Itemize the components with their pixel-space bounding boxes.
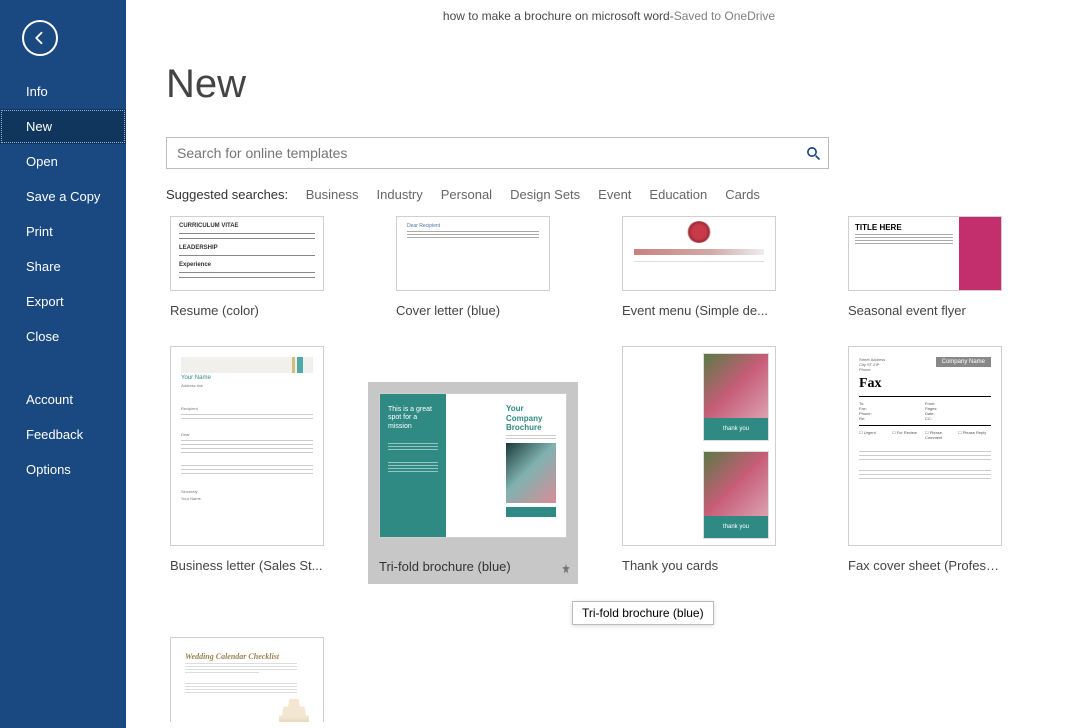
template-caption: Thank you cards xyxy=(622,558,776,573)
suggested-label: Suggested searches: xyxy=(166,187,288,202)
sidebar-item-feedback[interactable]: Feedback xyxy=(0,417,126,452)
sidebar-item-open[interactable]: Open xyxy=(0,144,126,179)
save-status: Saved to OneDrive xyxy=(674,9,775,23)
template-caption: Resume (color) xyxy=(170,303,324,318)
template-resume-color[interactable]: CURRICULUM VITAE LEADERSHIP Experience R… xyxy=(134,216,360,346)
template-caption: Event menu (Simple de... xyxy=(622,303,776,318)
template-caption: Cover letter (blue) xyxy=(396,303,550,318)
suggested-cards[interactable]: Cards xyxy=(725,187,760,202)
sidebar-item-share[interactable]: Share xyxy=(0,249,126,284)
document-title: how to make a brochure on microsoft word xyxy=(443,9,670,23)
template-gallery: CURRICULUM VITAE LEADERSHIP Experience R… xyxy=(134,212,1074,722)
suggested-industry[interactable]: Industry xyxy=(377,187,423,202)
template-trifold-brochure-blue[interactable]: This is a great spot for a mission Your … xyxy=(360,382,586,637)
sidebar-item-print[interactable]: Print xyxy=(0,214,126,249)
template-business-letter[interactable]: Your Name Address line Recipient Dear Si… xyxy=(134,346,360,601)
tooltip: Tri-fold brochure (blue) xyxy=(572,601,714,625)
search-button[interactable] xyxy=(798,138,828,168)
main-panel: how to make a brochure on microsoft word… xyxy=(126,0,1092,728)
pin-icon[interactable] xyxy=(560,563,572,575)
suggested-education[interactable]: Education xyxy=(649,187,707,202)
template-thank-you-cards[interactable]: thank you thank you Thank you cards xyxy=(586,346,812,601)
sidebar-item-new[interactable]: New xyxy=(0,109,126,144)
suggested-design-sets[interactable]: Design Sets xyxy=(510,187,580,202)
template-wedding-checklist[interactable]: Wedding Calendar Checklist xyxy=(134,637,360,722)
sidebar-item-options[interactable]: Options xyxy=(0,452,126,487)
template-event-menu[interactable]: Event menu (Simple de... xyxy=(586,216,812,346)
search-input[interactable] xyxy=(167,138,798,168)
template-caption: Tri-fold brochure (blue) xyxy=(368,549,578,584)
sidebar-item-save-a-copy[interactable]: Save a Copy xyxy=(0,179,126,214)
sidebar-item-account[interactable]: Account xyxy=(0,382,126,417)
back-arrow-icon xyxy=(31,29,49,47)
sidebar-item-info[interactable]: Info xyxy=(0,74,126,109)
back-button[interactable] xyxy=(22,20,58,56)
template-cover-letter-blue[interactable]: Dear Recipient Cover letter (blue) xyxy=(360,216,586,346)
suggested-event[interactable]: Event xyxy=(598,187,631,202)
template-caption: Fax cover sheet (Profess... xyxy=(848,558,1002,573)
suggested-personal[interactable]: Personal xyxy=(441,187,492,202)
sidebar-item-export[interactable]: Export xyxy=(0,284,126,319)
suggested-searches: Suggested searches: Business Industry Pers… xyxy=(166,187,1092,202)
template-seasonal-flyer[interactable]: TITLE HERE Seasonal event flyer xyxy=(812,216,1038,346)
search-icon xyxy=(806,146,821,161)
suggested-business[interactable]: Business xyxy=(306,187,359,202)
template-fax-cover-sheet[interactable]: Street AddressCity ST ZIPPhone Company N… xyxy=(812,346,1038,601)
template-search[interactable] xyxy=(166,137,829,169)
title-bar: how to make a brochure on microsoft word… xyxy=(126,0,1092,32)
sidebar-item-close[interactable]: Close xyxy=(0,319,126,354)
backstage-sidebar: InfoNewOpenSave a CopyPrintShareExportCl… xyxy=(0,0,126,728)
page-title: New xyxy=(166,62,1092,107)
template-caption: Seasonal event flyer xyxy=(848,303,1002,318)
template-caption: Business letter (Sales St... xyxy=(170,558,324,573)
